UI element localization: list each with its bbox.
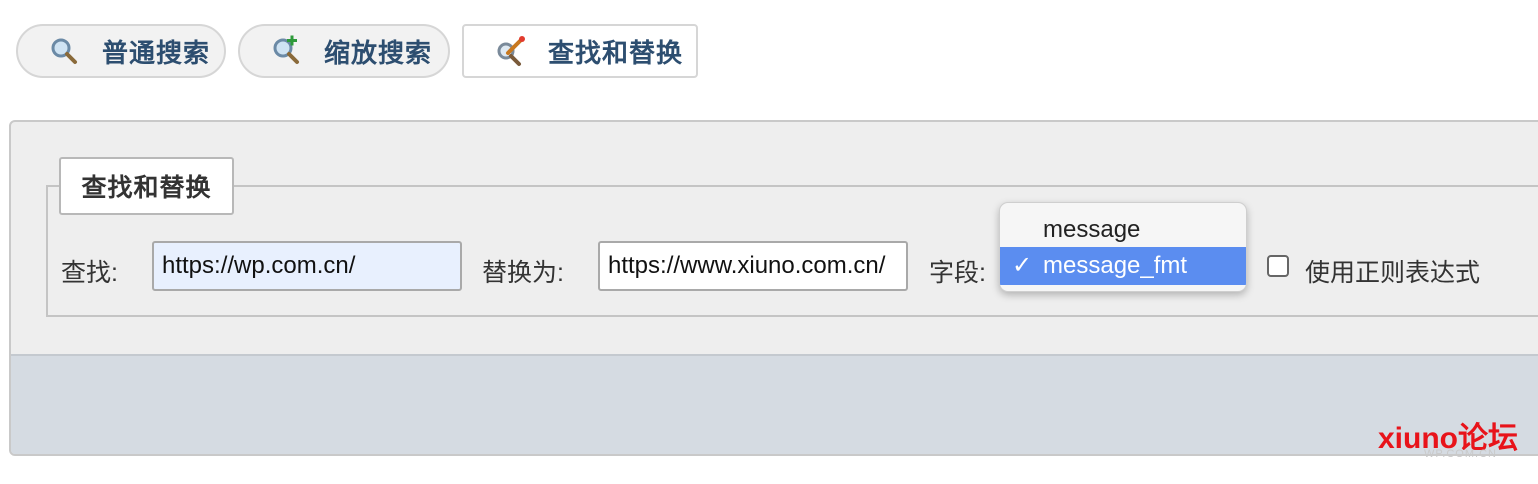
field-option-message-fmt-label: message_fmt [1043,252,1188,279]
tab-zoom-search-label: 缩放搜索 [324,37,433,68]
field-option-message[interactable]: message [1000,211,1246,249]
checkmark-icon: ✓ [1012,252,1033,279]
regex-label: 使用正则表达式 [1305,259,1481,287]
regex-checkbox[interactable] [1267,255,1289,277]
field-label: 字段: [929,259,986,287]
panel-footer-bar [11,354,1538,454]
find-input[interactable] [152,241,462,291]
tab-normal-search[interactable]: 普通搜索 [16,24,226,78]
tab-normal-search-label: 普通搜索 [102,37,211,68]
watermark-subtext: WP.COM.CN [1424,448,1497,460]
field-option-message-fmt[interactable]: ✓ message_fmt [1000,247,1246,285]
magnifier-icon [51,38,77,64]
find-replace-panel: 查找和替换 查找: 替换为: 字段: message ✓ message_fmt… [9,120,1538,456]
find-replace-icon [497,36,525,66]
replace-label: 替换为: [482,259,564,287]
replace-input[interactable] [598,241,908,291]
find-label: 查找: [61,259,118,287]
tab-find-replace[interactable]: 查找和替换 [462,24,698,78]
tab-find-replace-label: 查找和替换 [548,37,684,68]
fieldset-legend: 查找和替换 [59,157,234,215]
field-option-message-label: message [1043,216,1141,243]
tab-zoom-search[interactable]: 缩放搜索 [238,24,450,78]
zoom-search-icon [273,35,299,64]
field-select-dropdown[interactable]: message ✓ message_fmt [999,202,1247,292]
